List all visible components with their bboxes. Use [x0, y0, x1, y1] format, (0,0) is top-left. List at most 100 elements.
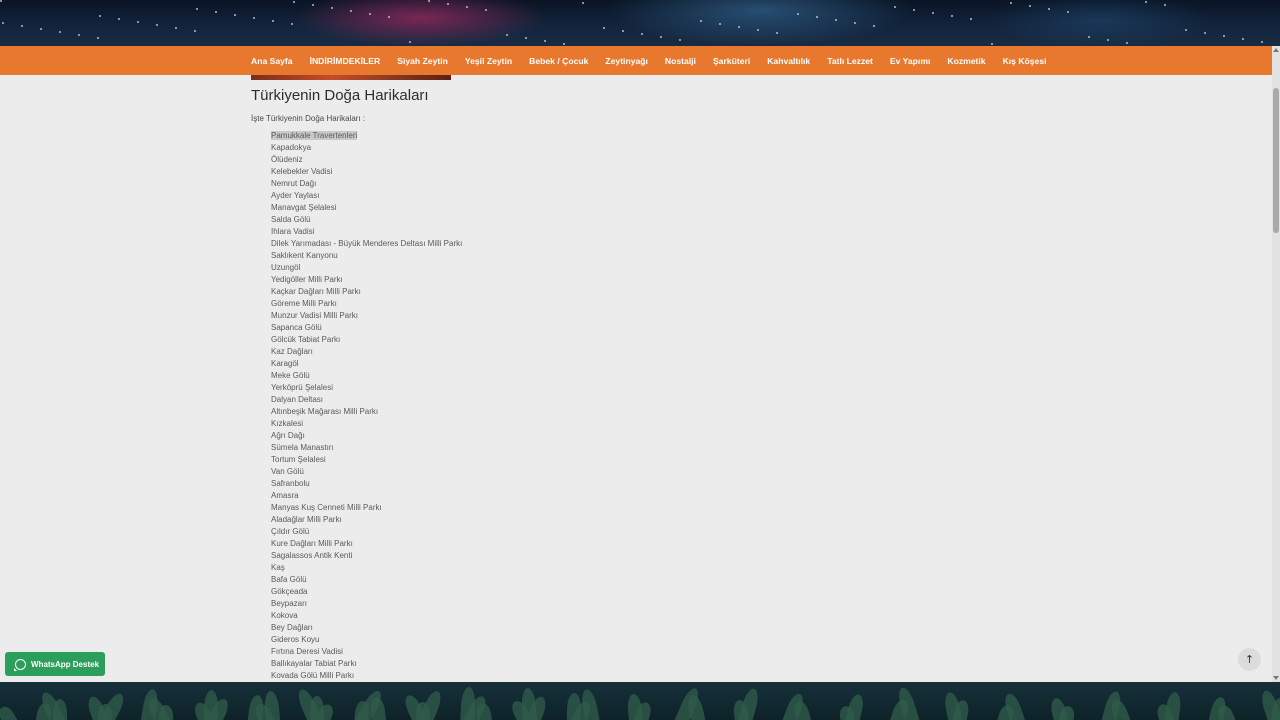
place-name: Gideros Koyu — [271, 635, 320, 644]
star-decoration — [622, 30, 624, 32]
place-name: Kaş — [271, 563, 285, 572]
list-item: Nemrut Dağı — [271, 178, 462, 190]
star-decoration — [0, 0, 2, 2]
list-item: Amasra — [271, 490, 462, 502]
nav-item-4[interactable]: Bebek / Çocuk — [529, 56, 588, 66]
list-item: Dilek Yarımadası - Büyük Menderes Deltas… — [271, 238, 462, 250]
list-item: Meke Gölü — [271, 370, 462, 382]
main-navbar: Ana Sayfa İNDİRİMDEKİLER Siyah Zeytin Yeşil… — [0, 46, 1272, 75]
scrollbar-thumb[interactable] — [1273, 88, 1279, 233]
nav-item-2[interactable]: Siyah Zeytin — [397, 56, 448, 66]
nav-item-6[interactable]: Nostalji — [665, 56, 696, 66]
nav-item-8[interactable]: Kahvaltılık — [767, 56, 810, 66]
star-decoration — [215, 11, 217, 13]
star-decoration — [1067, 11, 1069, 13]
star-decoration — [603, 27, 605, 29]
star-decoration — [1145, 1, 1147, 3]
place-name: Kaz Dağları — [271, 347, 313, 356]
list-item: Ölüdeniz — [271, 154, 462, 166]
list-item: Gölcük Tabiat Parkı — [271, 334, 462, 346]
star-decoration — [194, 30, 196, 32]
list-item: Saklıkent Kanyonu — [271, 250, 462, 262]
star-decoration — [118, 18, 120, 20]
intro-text: İşte Türkiyenin Doğa Harikaları : — [251, 114, 366, 123]
place-name: Kokova — [271, 611, 298, 620]
list-item: Pamukkale Travertenleri — [271, 130, 462, 142]
star-decoration — [932, 12, 934, 14]
nav-item-10[interactable]: Ev Yapımı — [890, 56, 930, 66]
nav-item-0[interactable]: Ana Sayfa — [251, 56, 293, 66]
list-item: Sümela Manastırı — [271, 442, 462, 454]
star-decoration — [175, 27, 177, 29]
star-decoration — [738, 26, 740, 28]
star-decoration — [196, 8, 198, 10]
list-item: Aladağlar Milli Parkı — [271, 514, 462, 526]
place-name: Kapadokya — [271, 143, 312, 152]
star-decoration — [40, 28, 42, 30]
article-image — [251, 75, 451, 80]
bottom-decorative-banner — [0, 682, 1280, 720]
place-name: Manavgat Şelalesi — [271, 203, 337, 212]
nav-item-3[interactable]: Yeşil Zeytin — [465, 56, 512, 66]
leaf-decoration — [247, 694, 265, 720]
star-decoration — [776, 32, 778, 34]
star-decoration — [757, 29, 759, 31]
star-decoration — [21, 25, 23, 27]
list-item: Kızkalesi — [271, 418, 462, 430]
list-item: Uzungöl — [271, 262, 462, 274]
star-decoration — [835, 19, 837, 21]
star-decoration — [253, 17, 255, 19]
place-name: Tortum Şelalesi — [271, 455, 326, 464]
star-decoration — [409, 41, 411, 43]
top-decorative-banner — [0, 0, 1280, 46]
scroll-up-arrow-icon[interactable] — [1273, 48, 1279, 52]
star-decoration — [1164, 4, 1166, 6]
nav-item-7[interactable]: Şarküteri — [713, 56, 750, 66]
place-name: Ihlara Vadisi — [271, 227, 315, 236]
nav-item-9[interactable]: Tatlı Lezzet — [827, 56, 873, 66]
place-name: Saklıkent Kanyonu — [271, 251, 338, 260]
place-name: Meke Gölü — [271, 371, 310, 380]
place-name: Yerköprü Şelalesi — [271, 383, 333, 392]
place-name: Bafa Gölü — [271, 575, 307, 584]
star-decoration — [388, 16, 390, 18]
star-decoration — [582, 2, 584, 4]
place-name: Yedigöller Milli Parkı — [271, 275, 343, 284]
place-name: Dilek Yarımadası - Büyük Menderes Deltas… — [271, 239, 463, 248]
article-content: Türkiyenin Doğa Harikaları İşte Türkiyen… — [0, 75, 1272, 682]
nav-item-11[interactable]: Kozmetik — [947, 56, 985, 66]
page-scrollbar[interactable] — [1272, 46, 1280, 682]
place-name: Ayder Yaylası — [271, 191, 320, 200]
nav-item-1[interactable]: İNDİRİMDEKİLER — [310, 56, 381, 66]
back-to-top-button[interactable]: ↑ — [1238, 648, 1261, 671]
leaf-decoration — [1258, 688, 1280, 720]
list-item: Van Gölü — [271, 466, 462, 478]
star-decoration — [1185, 29, 1187, 31]
star-decoration — [447, 3, 449, 5]
scroll-down-arrow-icon[interactable] — [1273, 676, 1279, 680]
place-name: Çıldır Gölü — [271, 527, 310, 536]
list-item: Kure Dağları Milli Parkı — [271, 538, 462, 550]
star-decoration — [1204, 32, 1206, 34]
nav-item-12[interactable]: Kış Köşesi — [1003, 56, 1047, 66]
list-item: Yedigöller Milli Parkı — [271, 274, 462, 286]
list-item: Gideros Koyu — [271, 634, 462, 646]
star-decoration — [369, 13, 371, 15]
list-item: Bey Dağları — [271, 622, 462, 634]
place-name: Ballıkayalar Tabiat Parkı — [271, 659, 357, 668]
list-item: Karagöl — [271, 358, 462, 370]
place-name: Kovada Gölü Milli Parkı — [271, 671, 355, 680]
star-decoration — [679, 39, 681, 41]
list-item: Kokova — [271, 610, 462, 622]
list-item: Sagalassos Antik Kenti — [271, 550, 462, 562]
list-item: Tortum Şelalesi — [271, 454, 462, 466]
star-decoration — [1223, 35, 1225, 37]
list-item: Kelebekler Vadisi — [271, 166, 462, 178]
nav-item-5[interactable]: Zeytinyağı — [605, 56, 648, 66]
star-decoration — [234, 14, 236, 16]
whatsapp-support-button[interactable]: WhatsApp Destek — [5, 652, 105, 676]
star-decoration — [1029, 5, 1031, 7]
list-item: Kaçkar Dağları Milli Parkı — [271, 286, 462, 298]
star-decoration — [660, 36, 662, 38]
star-decoration — [59, 31, 61, 33]
